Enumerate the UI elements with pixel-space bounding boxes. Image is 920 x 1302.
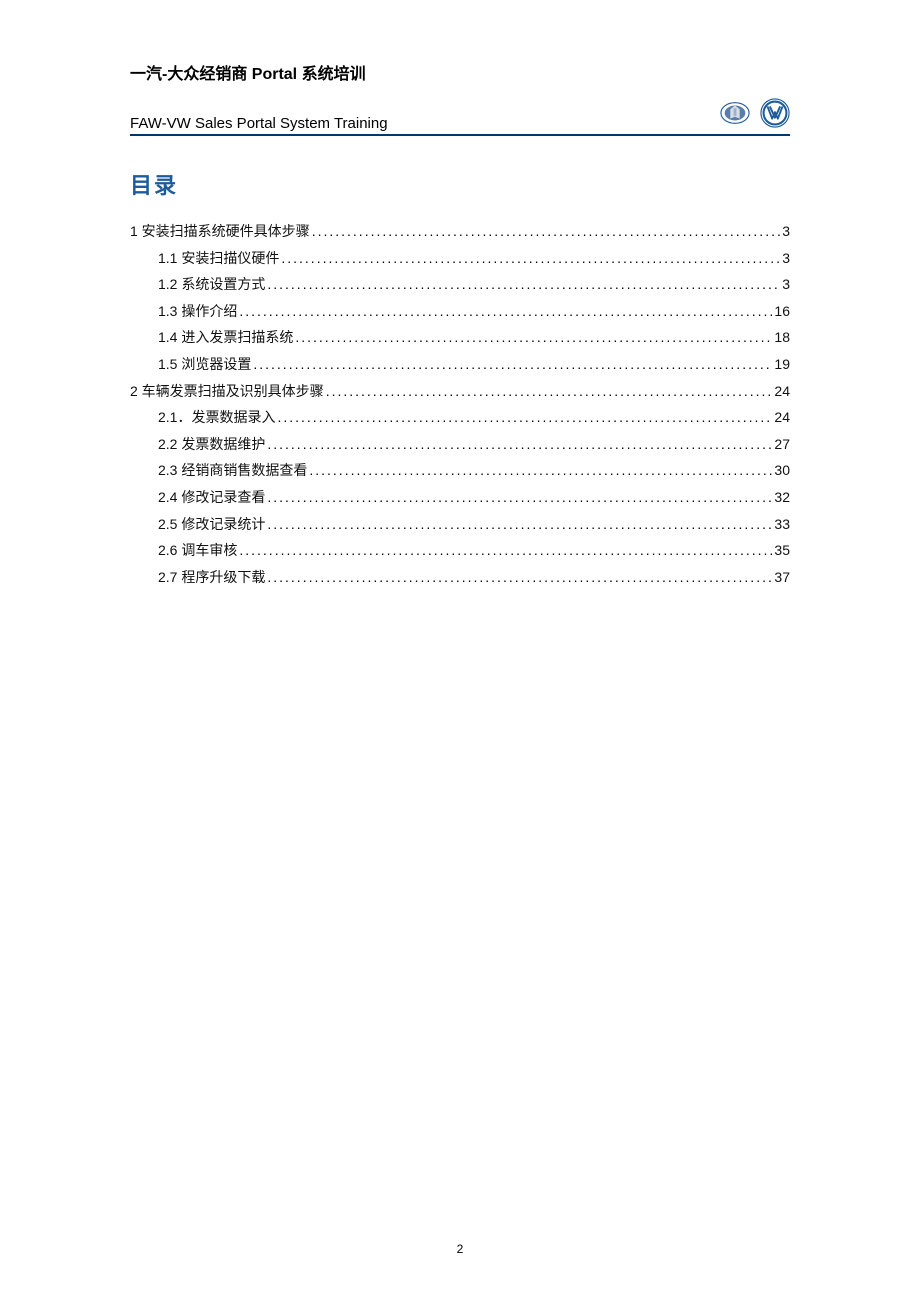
page-number: 2 xyxy=(0,1242,920,1256)
toc-entry[interactable]: 2.7 程序升级下载 37 xyxy=(130,564,790,591)
toc-entry-page: 3 xyxy=(782,218,790,245)
toc-entry-page: 30 xyxy=(774,457,790,484)
toc-leader-dots xyxy=(267,564,772,591)
toc-leader-dots xyxy=(309,457,772,484)
toc-entry[interactable]: 2.1．发票数据录入 24 xyxy=(130,404,790,431)
toc-entry[interactable]: 1.2 系统设置方式 3 xyxy=(130,271,790,298)
faw-logo-icon xyxy=(720,98,750,128)
toc-entry[interactable]: 1.1 安装扫描仪硬件 3 xyxy=(130,245,790,272)
toc-leader-dots xyxy=(239,298,772,325)
toc-heading: 目录 xyxy=(130,168,790,200)
table-of-contents: 1 安装扫描系统硬件具体步骤31.1 安装扫描仪硬件31.2 系统设置方式31.… xyxy=(130,218,790,590)
toc-entry-page: 24 xyxy=(774,404,790,431)
toc-entry[interactable]: 1 安装扫描系统硬件具体步骤 3 xyxy=(130,218,790,245)
toc-entry-label: 2.5 修改记录统计 xyxy=(158,511,265,538)
toc-entry-page: 33 xyxy=(774,511,790,538)
toc-entry-label: 2 车辆发票扫描及识别具体步骤 xyxy=(130,378,324,405)
toc-entry[interactable]: 2 车辆发票扫描及识别具体步骤 24 xyxy=(130,378,790,405)
toc-entry[interactable]: 2.3 经销商销售数据查看 30 xyxy=(130,457,790,484)
toc-entry[interactable]: 1.4 进入发票扫描系统 18 xyxy=(130,324,790,351)
toc-entry[interactable]: 1.5 浏览器设置 19 xyxy=(130,351,790,378)
logo-group xyxy=(720,98,790,132)
toc-leader-dots xyxy=(312,218,781,245)
toc-entry-page: 37 xyxy=(774,564,790,591)
toc-entry-label: 2.4 修改记录查看 xyxy=(158,484,265,511)
toc-entry-label: 2.6 调车审核 xyxy=(158,537,237,564)
toc-entry-page: 27 xyxy=(774,431,790,458)
toc-leader-dots xyxy=(281,245,780,272)
toc-entry-label: 1.5 浏览器设置 xyxy=(158,351,251,378)
toc-entry-page: 16 xyxy=(774,298,790,325)
toc-entry-label: 2.1．发票数据录入 xyxy=(158,404,275,431)
toc-entry-label: 1.3 操作介绍 xyxy=(158,298,237,325)
toc-entry[interactable]: 2.2 发票数据维护 27 xyxy=(130,431,790,458)
toc-entry[interactable]: 1.3 操作介绍 16 xyxy=(130,298,790,325)
toc-entry-page: 32 xyxy=(774,484,790,511)
toc-entry-label: 1.2 系统设置方式 xyxy=(158,271,265,298)
title-row: FAW-VW Sales Portal System Training xyxy=(130,98,790,136)
toc-entry-page: 3 xyxy=(782,271,790,298)
toc-leader-dots xyxy=(326,378,773,405)
toc-entry-page: 18 xyxy=(774,324,790,351)
title-english: FAW-VW Sales Portal System Training xyxy=(130,115,388,132)
toc-entry[interactable]: 2.6 调车审核 35 xyxy=(130,537,790,564)
toc-entry-label: 2.2 发票数据维护 xyxy=(158,431,265,458)
toc-leader-dots xyxy=(295,324,772,351)
toc-entry-label: 2.7 程序升级下载 xyxy=(158,564,265,591)
document-header: 一汽-大众经销商 Portal 系统培训 FAW-VW Sales Portal… xyxy=(130,60,790,136)
toc-entry-label: 1.1 安装扫描仪硬件 xyxy=(158,245,279,272)
toc-entry-label: 2.3 经销商销售数据查看 xyxy=(158,457,307,484)
toc-leader-dots xyxy=(267,271,780,298)
toc-leader-dots xyxy=(267,484,772,511)
toc-entry-label: 1 安装扫描系统硬件具体步骤 xyxy=(130,218,310,245)
toc-entry[interactable]: 2.4 修改记录查看 32 xyxy=(130,484,790,511)
toc-entry-page: 3 xyxy=(782,245,790,272)
vw-logo-icon xyxy=(760,98,790,128)
toc-leader-dots xyxy=(267,431,772,458)
toc-entry-page: 24 xyxy=(774,378,790,405)
toc-entry-page: 19 xyxy=(774,351,790,378)
title-chinese: 一汽-大众经销商 Portal 系统培训 xyxy=(130,60,790,84)
toc-leader-dots xyxy=(239,537,772,564)
toc-leader-dots xyxy=(253,351,772,378)
toc-entry-page: 35 xyxy=(774,537,790,564)
toc-leader-dots xyxy=(277,404,772,431)
toc-entry-label: 1.4 进入发票扫描系统 xyxy=(158,324,293,351)
toc-entry[interactable]: 2.5 修改记录统计 33 xyxy=(130,511,790,538)
toc-leader-dots xyxy=(267,511,772,538)
